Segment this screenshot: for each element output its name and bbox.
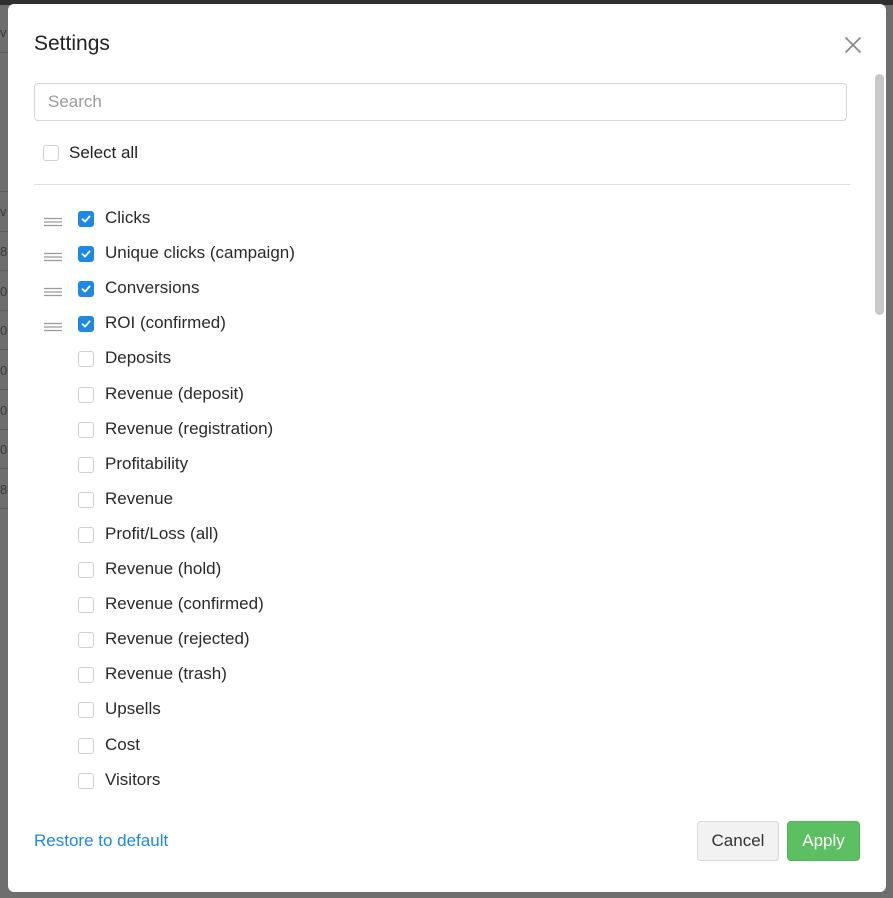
column-label: Revenue (confirmed) <box>105 594 264 613</box>
column-label: ROI (confirmed) <box>105 313 226 332</box>
column-row: Upsells <box>8 695 868 725</box>
column-row: Revenue (deposit) <box>8 380 868 410</box>
column-label: Upsells <box>105 699 161 718</box>
column-checkbox[interactable] <box>78 562 94 578</box>
column-label: Revenue (deposit) <box>105 384 244 403</box>
column-row: Profit/Loss (all) <box>8 520 868 550</box>
column-label: Revenue (registration) <box>105 419 274 438</box>
column-checkbox[interactable] <box>78 457 94 473</box>
checkmark-icon <box>81 320 91 328</box>
column-checkbox[interactable] <box>78 702 94 718</box>
column-label: Conversions <box>105 278 200 297</box>
checkmark-icon <box>81 285 91 293</box>
column-checkbox[interactable] <box>78 246 94 262</box>
settings-modal: Settings Select all ClicksUnique clicks … <box>8 4 886 892</box>
column-checkbox[interactable] <box>78 211 94 227</box>
column-checkbox[interactable] <box>78 351 94 367</box>
column-label: Deposits <box>105 348 172 367</box>
column-row: Clicks <box>8 204 868 234</box>
drag-handle-icon[interactable] <box>43 284 63 297</box>
column-checkbox[interactable] <box>78 773 94 789</box>
column-checkbox[interactable] <box>78 527 94 543</box>
apply-button[interactable]: Apply <box>787 821 860 861</box>
column-row: Revenue (trash) <box>8 660 868 690</box>
column-checkbox[interactable] <box>78 667 94 683</box>
column-row: Profitability <box>8 450 868 480</box>
column-row: Visitors <box>8 766 868 796</box>
column-checkbox[interactable] <box>78 316 94 332</box>
column-checkbox[interactable] <box>78 281 94 297</box>
column-label: Revenue <box>105 489 174 508</box>
drag-handle-icon[interactable] <box>43 214 63 227</box>
column-label: Unique clicks (campaign) <box>105 243 295 262</box>
column-row: Revenue (hold) <box>8 555 868 585</box>
scrollbar-thumb[interactable] <box>875 74 884 315</box>
column-row: Deposits <box>8 344 868 374</box>
column-checkbox[interactable] <box>78 597 94 613</box>
checkmark-icon <box>81 215 91 223</box>
column-label: Revenue (hold) <box>105 559 222 578</box>
column-label: Revenue (rejected) <box>105 629 250 648</box>
column-row: Revenue (registration) <box>8 415 868 445</box>
column-label: Cost <box>105 735 140 754</box>
column-row: Revenue (confirmed) <box>8 590 868 620</box>
column-row: Revenue <box>8 485 868 515</box>
column-row: Cost <box>8 731 868 761</box>
column-label: Profit/Loss (all) <box>105 524 219 543</box>
checkmark-icon <box>81 250 91 258</box>
drag-handle-icon[interactable] <box>43 249 63 262</box>
column-checkbox[interactable] <box>78 387 94 403</box>
column-checkbox[interactable] <box>78 492 94 508</box>
column-label: Profitability <box>105 454 189 473</box>
column-label: Clicks <box>105 208 151 227</box>
column-label: Visitors <box>105 770 161 789</box>
restore-default-link[interactable]: Restore to default <box>34 831 168 851</box>
column-checkbox[interactable] <box>78 738 94 754</box>
column-label: Revenue (trash) <box>105 664 227 683</box>
column-row: Unique clicks (campaign) <box>8 239 868 269</box>
column-list: Clicks Unique clicks (campaign) Conversion… <box>8 4 868 804</box>
column-row: Conversions <box>8 274 868 304</box>
cancel-button[interactable]: Cancel <box>697 821 779 861</box>
column-row: Revenue (rejected) <box>8 625 868 655</box>
drag-handle-icon[interactable] <box>43 319 63 332</box>
column-row: ROI (confirmed) <box>8 309 868 339</box>
column-checkbox[interactable] <box>78 422 94 438</box>
column-checkbox[interactable] <box>78 632 94 648</box>
